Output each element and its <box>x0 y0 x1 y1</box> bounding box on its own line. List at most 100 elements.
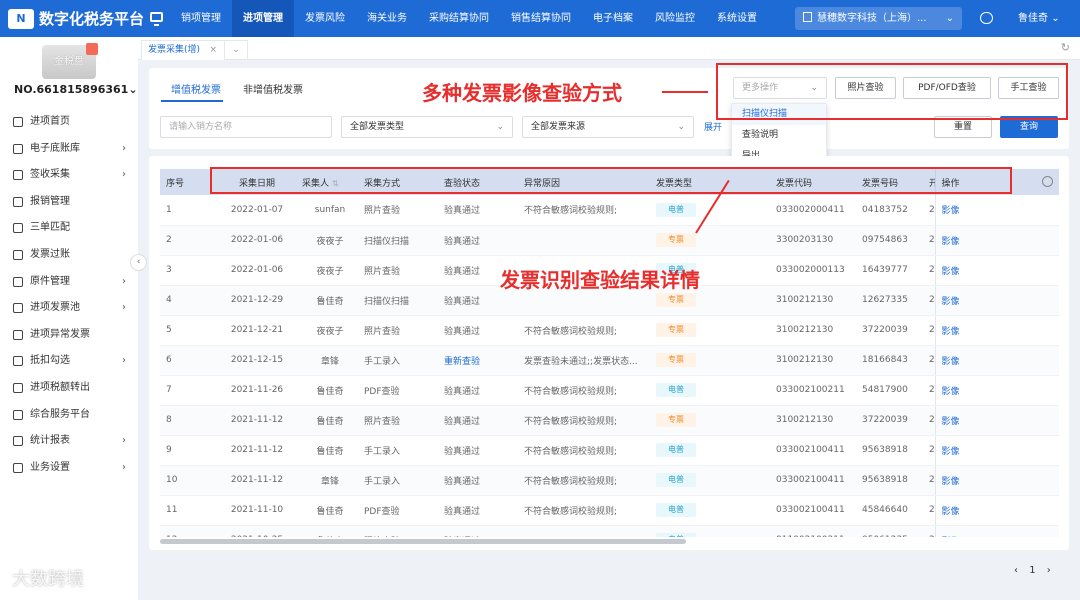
sidebar-item[interactable]: 原件管理 › <box>0 269 138 296</box>
tab-more-button[interactable]: ⌄ <box>224 40 248 60</box>
sidebar-item[interactable]: 进项异常发票 <box>0 322 138 349</box>
user-menu[interactable]: 鲁佳奇 ⌄ <box>1018 0 1060 37</box>
card-badge-icon <box>86 43 98 55</box>
sidebar-item[interactable]: 进项发票池 › <box>0 295 138 322</box>
cell-method: PDF查验 <box>358 495 438 526</box>
dropdown-item-check-guide[interactable]: 查验说明 <box>732 125 826 146</box>
view-image-link[interactable]: 影像 <box>934 255 1059 286</box>
sidebar-item[interactable]: 综合服务平台 <box>0 402 138 429</box>
view-image-link[interactable]: 影像 <box>934 345 1059 376</box>
monitor-icon[interactable] <box>150 12 163 26</box>
cell-date: 2021-12-21 <box>212 315 296 346</box>
cell-reason: 发票查验未通过;;发票状态... <box>518 345 650 376</box>
sidebar-item[interactable]: 签收采集 › <box>0 162 138 189</box>
view-image-link[interactable]: 影像 <box>934 525 1059 537</box>
recheck-link[interactable]: 重新查验 <box>438 345 518 376</box>
company-selector[interactable]: 慧穗数字科技（上海）... ⌄ <box>795 7 962 30</box>
sidebar-item[interactable]: 报销管理 <box>0 189 138 216</box>
tax-disk-card[interactable]: 金税盘 <box>42 43 98 79</box>
table-row[interactable]: 2 2022-01-06 夜夜子 扫描仪扫描 验真通过 专票 3300203130 09754… <box>160 225 1059 256</box>
sidebar-item[interactable]: 统计报表 › <box>0 428 138 455</box>
app-logo[interactable]: N 数字化税务平台 <box>8 8 144 29</box>
cell-type: 电普 <box>650 525 770 537</box>
table-row[interactable]: 6 2021-12-15 章锋 手工录入 重新查验 发票查验未通过;;发票状态... 专票 3… <box>160 345 1059 376</box>
cell-user: 鲁佳奇 <box>296 495 358 526</box>
sidebar-item[interactable]: 发票过账 <box>0 242 138 269</box>
nav-item[interactable]: 发票风险 <box>294 0 356 37</box>
table-row[interactable]: 8 2021-11-12 鲁佳奇 照片查验 验真通过 不符合敏感词校验规则; 专票 31002… <box>160 405 1059 436</box>
refresh-icon[interactable]: ↻ <box>1061 41 1070 54</box>
next-page-button[interactable]: › <box>1047 565 1051 576</box>
nav-item[interactable]: 销项管理 <box>170 0 232 37</box>
view-image-link[interactable]: 影像 <box>934 225 1059 256</box>
sidebar-item-label: 综合服务平台 <box>30 408 90 420</box>
tax-disk-label: 金税盘 <box>54 56 84 67</box>
chevron-right-icon: › <box>122 302 126 314</box>
horizontal-scrollbar[interactable] <box>160 539 686 544</box>
subtab-vat[interactable]: 增值税发票 <box>171 81 221 96</box>
view-image-link[interactable]: 影像 <box>934 315 1059 346</box>
sidebar-item-label: 签收采集 <box>30 169 70 181</box>
app-title: 数字化税务平台 <box>39 10 145 28</box>
column-header[interactable]: 序号 <box>160 169 212 195</box>
view-image-link[interactable]: 影像 <box>934 195 1059 226</box>
nav-item[interactable]: 海关业务 <box>356 0 418 37</box>
cell-open: 20 <box>923 435 935 466</box>
sidebar-item-label: 业务设置 <box>30 461 70 473</box>
cell-reason <box>518 525 650 537</box>
sidebar-item[interactable]: 业务设置 › <box>0 455 138 482</box>
view-image-link[interactable]: 影像 <box>934 435 1059 466</box>
current-page[interactable]: 1 <box>1029 565 1035 576</box>
message-icon[interactable] <box>980 12 993 24</box>
settings-icon <box>13 462 23 473</box>
pagination: ‹ 1 › <box>1014 565 1051 576</box>
invoice-type-select[interactable]: 全部发票类型 ⌄ <box>341 116 513 138</box>
sidebar-collapse-button[interactable]: ‹ <box>130 254 147 271</box>
cell-type: 专票 <box>650 405 770 436</box>
view-image-link[interactable]: 影像 <box>934 465 1059 496</box>
cell-method: 照片查验 <box>358 255 438 286</box>
cell-method: 照片查验 <box>358 315 438 346</box>
tax-number-selector[interactable]: NO.661815896361⌄ <box>14 83 138 96</box>
nav-item[interactable]: 销售结算协同 <box>500 0 582 37</box>
invoice-source-select[interactable]: 全部发票来源 ⌄ <box>522 116 694 138</box>
tab-invoice-collection[interactable]: 发票采集(增) × <box>141 40 226 60</box>
seller-search-input[interactable]: 请输入销方名称 <box>160 116 332 138</box>
table-row[interactable]: 9 2021-11-12 鲁佳奇 手工录入 验真通过 不符合敏感词校验规则; 电普 03300… <box>160 435 1059 466</box>
sidebar-item-label: 原件管理 <box>30 275 70 287</box>
table-row[interactable]: 122021-10-25鲁佳奇照片查验验真通过电普 011002100311050… <box>160 525 1059 537</box>
invoice-type-tag: 电普 <box>656 503 696 517</box>
invoice-type-tag: 专票 <box>656 353 696 367</box>
table-viewport: 序号 采集日期 采集人 ⇅ 采集方式 查验状态 异常原因 发票类型 发票代码 发票号码开操作 12… <box>160 169 1059 537</box>
sidebar-item[interactable]: 进项首页 <box>0 109 138 136</box>
table-row[interactable]: 1 2022-01-07 sunfan 照片查验 验真通过 不符合敏感词校验规则; 电普 03… <box>160 195 1059 226</box>
expand-filters-link[interactable]: 展开 <box>704 120 722 133</box>
sidebar-item[interactable]: 三单匹配 <box>0 215 138 242</box>
nav-item[interactable]: 进项管理 <box>232 0 294 37</box>
nav-item[interactable]: 风险监控 <box>644 0 706 37</box>
view-image-link[interactable]: 影像 <box>934 405 1059 436</box>
table-row[interactable]: 11 2021-11-10 鲁佳奇 PDF查验 验真通过 不符合敏感词校验规则; 电普 033… <box>160 495 1059 526</box>
cell-type: 电普 <box>650 435 770 466</box>
sidebar-item[interactable]: 进项税额转出 <box>0 375 138 402</box>
prev-page-button[interactable]: ‹ <box>1014 565 1018 576</box>
view-image-link[interactable]: 影像 <box>934 495 1059 526</box>
view-image-link[interactable]: 影像 <box>934 375 1059 406</box>
nav-item[interactable]: 采购结算协同 <box>418 0 500 37</box>
cell-number: 95638918 <box>856 465 923 496</box>
sidebar-item[interactable]: 抵扣勾选 › <box>0 348 138 375</box>
subtab-non-vat[interactable]: 非增值税发票 <box>243 81 303 96</box>
cell-open: 20 <box>923 345 935 376</box>
table-row[interactable]: 7 2021-11-26 鲁佳奇 PDF查验 验真通过 不符合敏感词校验规则; 电普 0330… <box>160 375 1059 406</box>
view-image-link[interactable]: 影像 <box>934 285 1059 316</box>
close-icon[interactable]: × <box>209 41 217 60</box>
sidebar-item[interactable]: 电子底账库 › <box>0 136 138 163</box>
column-settings-icon[interactable] <box>1042 176 1053 187</box>
table-row[interactable]: 10 2021-11-12 章锋 手工录入 验真通过 不符合敏感词校验规则; 电普 03300… <box>160 465 1059 496</box>
nav-item[interactable]: 电子档案 <box>582 0 644 37</box>
sidebar-item-label: 报销管理 <box>30 195 70 207</box>
nav-item[interactable]: 系统设置 <box>706 0 768 37</box>
table-row[interactable]: 5 2021-12-21 夜夜子 照片查验 验真通过 不符合敏感词校验规则; 专票 31002… <box>160 315 1059 346</box>
cell-code: 011002100311 <box>770 525 856 537</box>
cell-number: 95638918 <box>856 435 923 466</box>
